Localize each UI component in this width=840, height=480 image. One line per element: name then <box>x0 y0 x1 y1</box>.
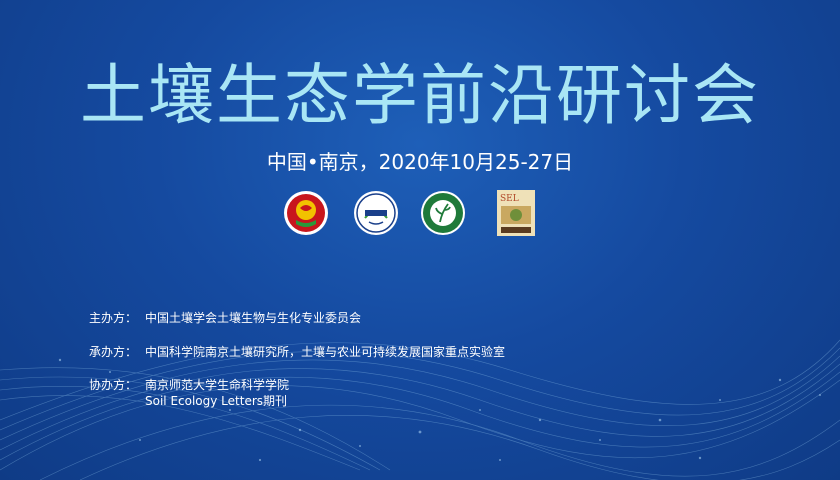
sel-journal-cover-icon: SEL <box>497 190 535 236</box>
logo-row: SEL <box>283 190 543 240</box>
assist-value-1: 南京师范大学生命科学学院 <box>145 378 290 392</box>
co-host-row: 承办方： 中国科学院南京土壤研究所，土壤与农业可持续发展国家重点实验室 <box>89 344 505 360</box>
host-label: 主办方： <box>89 311 138 325</box>
assist-label: 协办方： <box>89 378 138 392</box>
assist-value-2: Soil Ecology Letters期刊 <box>145 394 288 408</box>
assist-row-2: Soil Ecology Letters期刊 <box>145 393 287 409</box>
event-location-date: 中国•南京，2020年10月25-27日 <box>266 150 574 174</box>
svg-text:SEL: SEL <box>500 194 519 204</box>
host-value: 中国土壤学会土壤生物与生化专业委员会 <box>145 311 362 325</box>
isscas-logo-icon <box>354 191 398 235</box>
co-host-label: 承办方： <box>89 345 138 359</box>
co-host-value: 中国科学院南京土壤研究所，土壤与农业可持续发展国家重点实验室 <box>145 345 506 359</box>
red-emblem-logo-icon <box>284 191 328 235</box>
green-plant-logo-icon <box>421 191 465 235</box>
slide: 土壤生态学前沿研讨会 中国•南京，2020年10月25-27日 SEL 主办方：… <box>0 0 840 480</box>
host-row: 主办方： 中国土壤学会土壤生物与生化专业委员会 <box>89 310 361 326</box>
page-title: 土壤生态学前沿研讨会 <box>80 57 760 134</box>
assist-row: 协办方： 南京师范大学生命科学学院 <box>89 377 289 393</box>
